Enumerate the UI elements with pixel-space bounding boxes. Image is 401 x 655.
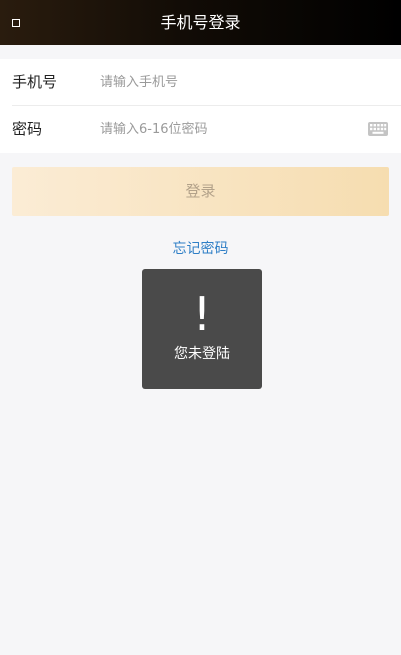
not-logged-in-toast: ! 您未登陆 [142,269,262,389]
page-title: 手机号登录 [160,13,241,32]
phone-label: 手机号 [12,73,58,91]
keyboard-icon[interactable] [368,122,388,136]
phone-row: 手机号 [0,59,401,106]
password-label: 密码 [12,120,43,138]
login-form: 手机号 密码 [0,59,401,153]
exclamation-icon: ! [192,287,212,341]
password-row: 密码 [0,106,401,153]
toast-message: 您未登陆 [174,346,230,362]
forgot-password-link[interactable]: 忘记密码 [0,238,401,260]
phone-input[interactable] [100,59,350,106]
login-button[interactable]: 登录 [12,167,389,216]
password-input[interactable] [100,106,350,153]
header-bar: 手机号登录 [0,0,401,45]
